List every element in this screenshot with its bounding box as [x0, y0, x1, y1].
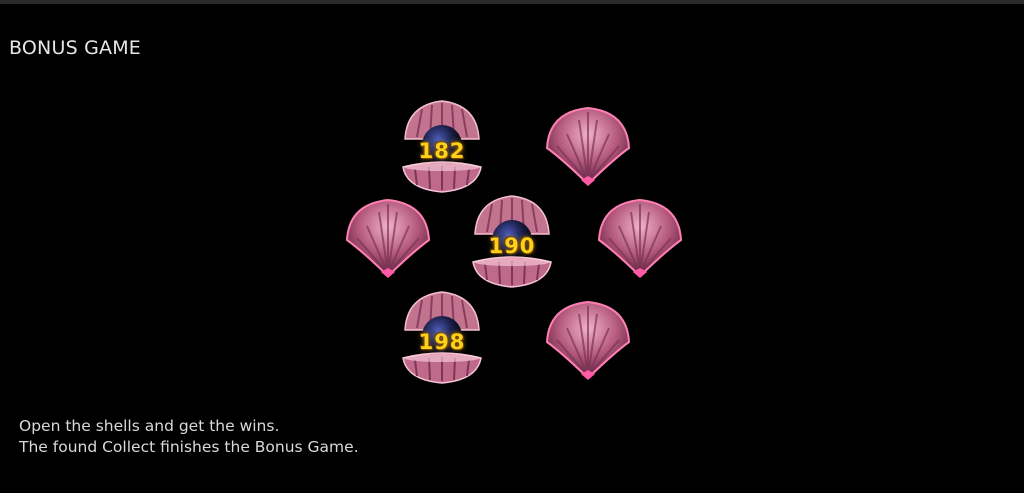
win-value: 198 — [418, 330, 466, 354]
closed-shell-icon — [545, 106, 631, 186]
shell-open-1: 182 — [397, 97, 487, 193]
top-bar — [0, 0, 1024, 4]
shell-open-2: 190 — [467, 192, 557, 288]
closed-shell-icon — [345, 198, 431, 278]
shell-closed-3[interactable] — [595, 198, 685, 288]
closed-shell-icon — [597, 198, 683, 278]
win-value: 190 — [488, 234, 536, 258]
instruction-line-2: The found Collect finishes the Bonus Gam… — [19, 438, 359, 456]
win-value: 182 — [418, 139, 466, 163]
shell-closed-4[interactable] — [543, 300, 633, 390]
shell-closed-2[interactable] — [343, 198, 433, 288]
page-title: BONUS GAME — [9, 37, 141, 59]
instructions: Open the shells and get the wins. The fo… — [19, 416, 359, 458]
instruction-line-1: Open the shells and get the wins. — [19, 417, 280, 435]
shell-closed-1[interactable] — [543, 106, 633, 196]
closed-shell-icon — [545, 300, 631, 380]
shell-open-3: 198 — [397, 288, 487, 384]
